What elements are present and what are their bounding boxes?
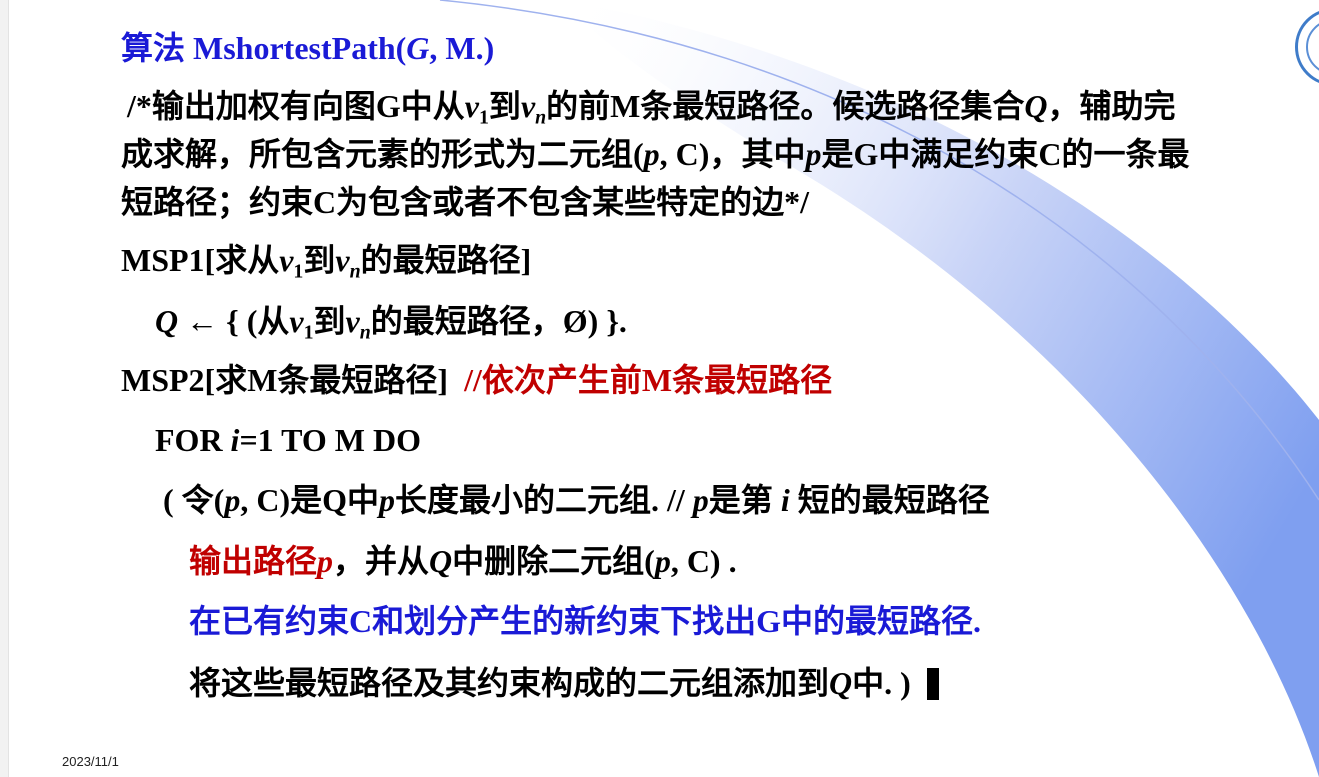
var-p: p	[643, 136, 660, 172]
comment-line-1: /*输出加权有向图G中从v1到vn的前M条最短路径。候选路径集合Q，辅助完	[127, 86, 1176, 129]
title-label: 算法	[121, 30, 186, 66]
step-text: MSP1[求从	[121, 242, 280, 278]
var-q: Q	[155, 303, 179, 339]
title-params-rest: , M.)	[429, 30, 495, 66]
comment-line-2: 成求解，所包含元素的形式为二元组(p, C)，其中p是G中满足约束C的一条最	[121, 134, 1189, 174]
loop-range: =1 TO M DO	[239, 422, 421, 458]
loop-step-2: 输出路径p，并从Q中删除二元组(p, C) .	[189, 541, 737, 581]
seal-inner-ring	[1306, 19, 1319, 75]
comment-text: , C)，其中	[659, 136, 806, 172]
subscript-n: n	[359, 321, 371, 344]
msp2-heading: MSP2[求M条最短路径] //依次产生前M条最短路径	[121, 360, 832, 400]
comment-text: 到	[488, 88, 521, 124]
step-text: , C) .	[670, 543, 737, 579]
step-text: 短的最短路径	[789, 482, 990, 518]
title-function-name: MshortestPath(	[193, 30, 407, 66]
loop-step-1: ( 令(p, C)是Q中p长度最小的二元组. // p是第 i 短的最短路径	[163, 480, 990, 520]
subscript-1: 1	[293, 260, 304, 283]
var-p: p	[224, 482, 241, 518]
var-i: i	[780, 482, 790, 518]
step-text: 到	[303, 242, 336, 278]
step-text: 中. )	[852, 665, 911, 701]
keyword-for: FOR	[155, 422, 231, 458]
comment-text: 成求解，所包含元素的形式为二元组(	[121, 136, 644, 172]
step-text: 将这些最短路径及其约束构成的二元组添加到	[189, 665, 830, 701]
var-v: v	[520, 88, 536, 124]
step-text: 的最短路径，Ø) }.	[370, 303, 627, 339]
var-p: p	[692, 482, 709, 518]
inline-comment: //依次产生前M条最短路径	[464, 362, 833, 398]
step-text: 到	[313, 303, 346, 339]
comment-line-3: 短路径；约束C为包含或者不包含某些特定的边*/	[121, 184, 810, 220]
for-loop-line: FOR i=1 TO M DO	[155, 420, 421, 460]
title-param-g: G	[406, 30, 430, 66]
var-v: v	[335, 242, 350, 278]
subscript-1: 1	[479, 106, 489, 129]
msp1-assignment: Q ← { (从v1到vn的最短路径，Ø) }.	[155, 301, 627, 344]
comment-text: ，辅助完	[1047, 88, 1176, 124]
step-text: ( 令(	[163, 482, 225, 518]
subscript-n: n	[535, 106, 547, 129]
step-text: 长度最小的二元组. //	[395, 482, 693, 518]
step-text: ，并从	[333, 543, 430, 579]
var-q: Q	[829, 665, 853, 701]
algorithm-title: 算法 MshortestPath(G, M.)	[121, 28, 494, 68]
step-text: 的最短路径]	[360, 242, 532, 278]
subscript-n: n	[349, 260, 361, 283]
var-v: v	[279, 242, 294, 278]
var-v: v	[464, 88, 479, 124]
step-text: ← { (从	[178, 303, 290, 339]
slide-date: 2023/11/1	[62, 754, 119, 769]
var-p: p	[805, 136, 822, 172]
step-text: 中删除二元组(	[452, 543, 655, 579]
comment-text: /*输出加权有向图G中从	[127, 88, 465, 124]
var-v: v	[289, 303, 304, 339]
step-text: , C)是Q中	[240, 482, 379, 518]
comment-text: 是G中满足约束C的一条最	[821, 136, 1190, 172]
msp1-heading: MSP1[求从v1到vn的最短路径]	[121, 240, 532, 283]
var-q: Q	[1024, 88, 1048, 124]
var-p: p	[317, 543, 334, 579]
end-of-algorithm-icon	[926, 668, 939, 700]
comment-text: 的前M条最短路径。候选路径集合	[546, 88, 1025, 124]
output-path-text: 输出路径	[189, 543, 318, 579]
step-text: MSP2[求M条最短路径]	[121, 362, 449, 398]
step-text: 是第	[708, 482, 781, 518]
subscript-1: 1	[303, 321, 314, 344]
var-v: v	[345, 303, 360, 339]
var-p: p	[654, 543, 671, 579]
loop-step-3: 在已有约束C和划分产生的新约束下找出G中的最短路径.	[189, 603, 982, 639]
loop-step-4: 将这些最短路径及其约束构成的二元组添加到Q中. )	[189, 663, 939, 703]
var-q: Q	[429, 543, 453, 579]
var-p: p	[379, 482, 395, 518]
